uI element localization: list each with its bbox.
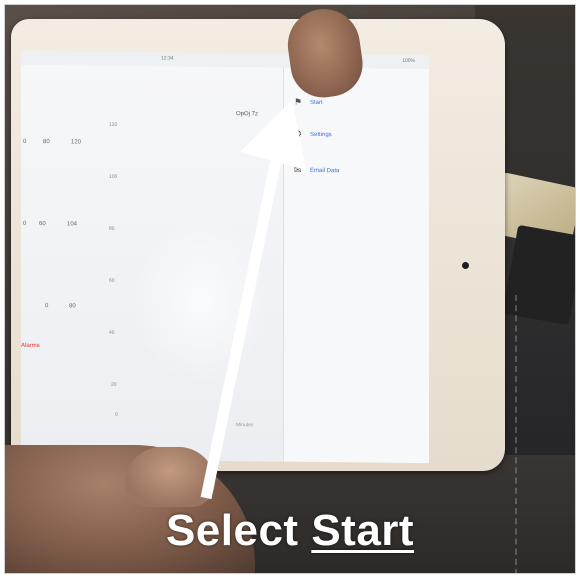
- arrow-shaft: [200, 158, 282, 500]
- instruction-caption: Select Start: [0, 506, 580, 556]
- arrow-head: [240, 100, 306, 170]
- caption-target: Start: [311, 506, 415, 555]
- caption-verb: Select: [165, 506, 299, 555]
- pointer-arrow: [200, 100, 306, 500]
